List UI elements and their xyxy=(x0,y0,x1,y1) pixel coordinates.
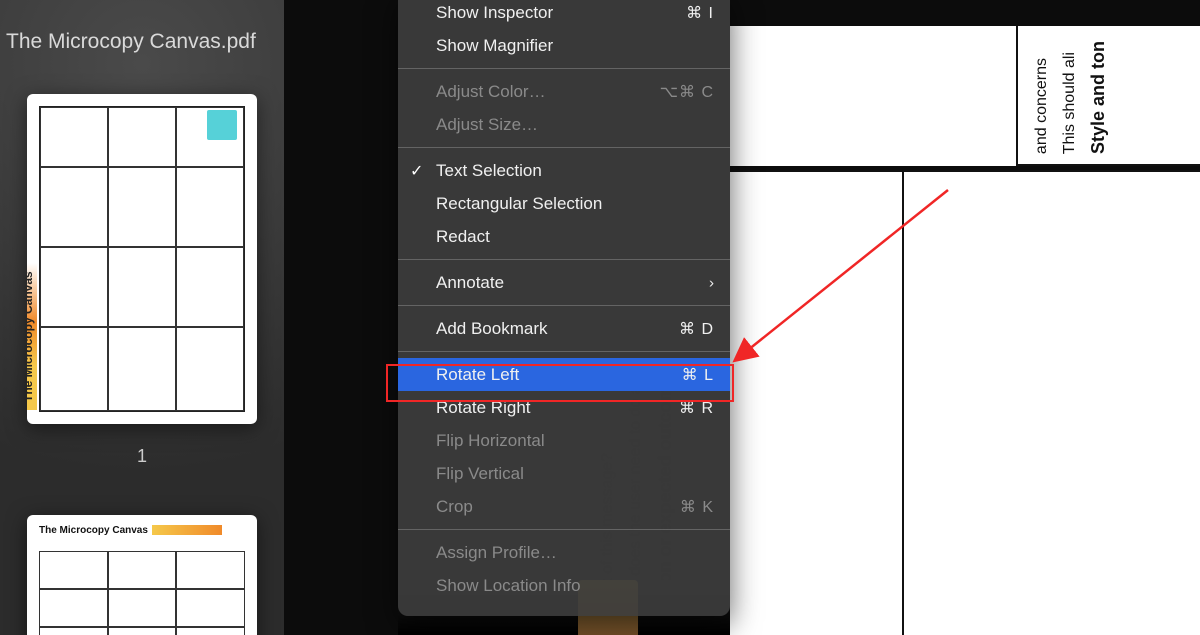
page-thumbnail-2[interactable]: The Microcopy Canvas xyxy=(27,515,257,635)
menu-item-label: Show Magnifier xyxy=(436,36,553,56)
menu-item-label: Rectangular Selection xyxy=(436,194,602,214)
menu-item-label: Adjust Size… xyxy=(436,115,538,135)
menu-item-label: Show Inspector xyxy=(436,3,553,23)
menu-item-show-inspector[interactable]: Show Inspector ⌘ I xyxy=(398,0,730,29)
menu-item-rotate-right[interactable]: Rotate Right ⌘ R xyxy=(398,391,730,424)
menu-item-text-selection[interactable]: ✓ Text Selection xyxy=(398,154,730,187)
menu-item-label: Adjust Color… xyxy=(436,82,546,102)
menu-item-label: Flip Horizontal xyxy=(436,431,545,451)
menu-item-label: Flip Vertical xyxy=(436,464,524,484)
menu-item-add-bookmark[interactable]: Add Bookmark ⌘ D xyxy=(398,312,730,345)
menu-item-label: Show Location Info xyxy=(436,576,581,596)
menu-item-label: Add Bookmark xyxy=(436,319,548,339)
menu-item-shortcut: ⌘ K xyxy=(680,497,714,517)
menu-item-shortcut: ⌘ L xyxy=(682,365,714,385)
menu-item-crop: Crop ⌘ K xyxy=(398,490,730,523)
file-title: The Microcopy Canvas.pdf xyxy=(0,30,284,54)
thumbnail-list: The Microcopy Canvas 1 The Microcopy Can… xyxy=(0,94,284,635)
menu-item-label: Text Selection xyxy=(436,161,542,181)
chevron-right-icon: › xyxy=(709,274,714,291)
menu-item-rectangular-selection[interactable]: Rectangular Selection xyxy=(398,187,730,220)
menu-separator xyxy=(398,529,730,530)
page-thumbnail-1[interactable]: The Microcopy Canvas xyxy=(27,94,257,424)
menu-separator xyxy=(398,351,730,352)
menu-item-shortcut: ⌘ R xyxy=(679,398,714,418)
menu-item-label: Rotate Left xyxy=(436,365,519,385)
menu-item-shortcut: ⌘ D xyxy=(679,319,714,339)
menu-separator xyxy=(398,68,730,69)
menu-item-rotate-left[interactable]: Rotate Left ⌘ L xyxy=(398,358,730,391)
cell-subtext: This should ali xyxy=(1060,52,1080,154)
thumbnail-title: The Microcopy Canvas xyxy=(27,263,37,410)
menu-item-adjust-size: Adjust Size… xyxy=(398,108,730,141)
canvas-cell-style-tone: and concerns This should ali Style and t… xyxy=(1016,26,1200,166)
menu-separator xyxy=(398,147,730,148)
menu-item-flip-horizontal: Flip Horizontal xyxy=(398,424,730,457)
menu-item-shortcut: ⌥⌘ C xyxy=(660,82,714,102)
cell-heading: Style and ton xyxy=(1088,41,1109,154)
menu-item-label: Annotate xyxy=(436,273,504,293)
cell-subtext: and concerns xyxy=(1032,58,1052,154)
context-menu: Show Inspector ⌘ I Show Magnifier Adjust Co… xyxy=(398,0,730,616)
check-icon: ✓ xyxy=(410,161,423,181)
menu-item-flip-vertical: Flip Vertical xyxy=(398,457,730,490)
menu-item-show-location-info: Show Location Info xyxy=(398,569,730,602)
menu-item-label: Rotate Right xyxy=(436,398,531,418)
menu-item-shortcut: ⌘ I xyxy=(686,3,714,23)
page-top-strip: and concerns This should ali Style and t… xyxy=(730,26,1200,166)
menu-separator xyxy=(398,305,730,306)
menu-item-redact[interactable]: Redact xyxy=(398,220,730,253)
canvas-gap xyxy=(284,0,398,635)
document-viewport[interactable]: and concerns This should ali Style and t… xyxy=(730,0,1200,635)
page-main-area: result of this message? What does the us… xyxy=(730,170,1200,635)
menu-item-annotate[interactable]: Annotate › xyxy=(398,266,730,299)
menu-item-label: Assign Profile… xyxy=(436,543,557,563)
thumbnail-sidebar: The Microcopy Canvas.pdf The Microcopy C… xyxy=(0,0,284,635)
menu-separator xyxy=(398,259,730,260)
menu-item-show-magnifier[interactable]: Show Magnifier xyxy=(398,29,730,62)
menu-item-label: Redact xyxy=(436,227,490,247)
menu-item-adjust-color: Adjust Color… ⌥⌘ C xyxy=(398,75,730,108)
menu-item-label: Crop xyxy=(436,497,473,517)
menu-item-assign-profile: Assign Profile… xyxy=(398,536,730,569)
page-number-label: 1 xyxy=(137,446,147,467)
